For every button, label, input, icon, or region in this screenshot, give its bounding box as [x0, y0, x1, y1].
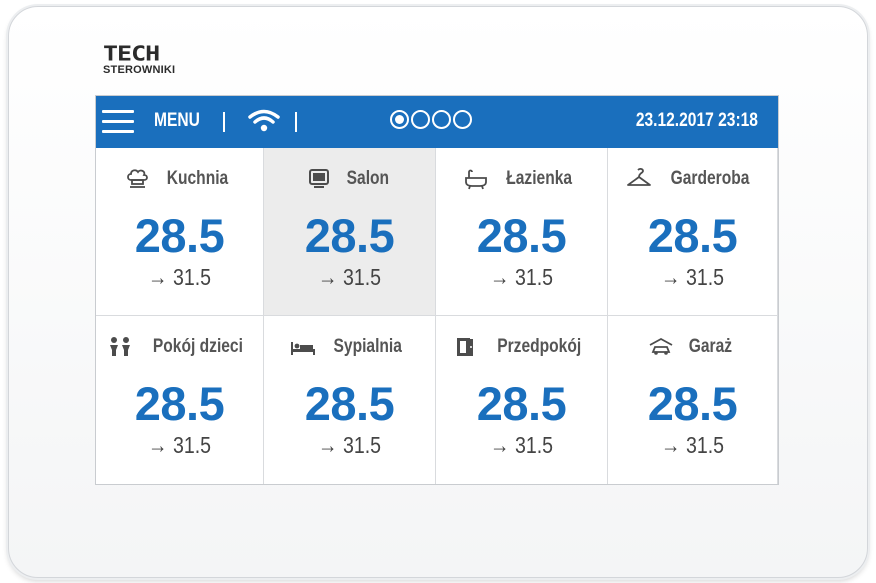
separator: [223, 112, 225, 132]
page-indicator[interactable]: [390, 110, 474, 134]
room-header: Garaż: [608, 334, 777, 360]
hanger-icon: [626, 168, 652, 190]
separator: [295, 112, 297, 132]
room-tile[interactable]: Pokój dzieci 28.5 → 31.5: [96, 316, 264, 484]
current-temperature: 28.5: [304, 377, 395, 430]
logo-wordmark: TECH: [103, 41, 160, 66]
date-time: 23.12.2017 23:18: [635, 110, 758, 131]
current-temperature: 28.5: [476, 377, 567, 430]
target-temperature: → 31.5: [660, 432, 725, 458]
room-tile[interactable]: Garderoba 28.5 → 31.5: [608, 148, 778, 316]
current-temperature: 28.5: [304, 209, 395, 262]
hamburger-menu-icon[interactable]: [102, 110, 134, 134]
bed-icon: [290, 336, 316, 358]
room-header: Garderoba: [608, 166, 777, 192]
room-name: Sypialnia: [333, 336, 402, 357]
room-name: Garderoba: [671, 168, 750, 189]
target-temperature: → 31.5: [489, 432, 554, 458]
car-garage-icon: [648, 336, 674, 358]
page-dot-1[interactable]: [390, 110, 409, 129]
room-grid: Kuchnia 28.5 → 31.5 Salon 28.5 → 31.5 Ła…: [96, 148, 778, 484]
current-temperature: 28.5: [647, 377, 738, 430]
target-temperature: → 31.5: [317, 264, 382, 290]
room-name: Garaż: [688, 336, 733, 357]
menu-button[interactable]: MENU: [154, 110, 200, 132]
top-bar: MENU 23.12.2017 23:18: [96, 96, 778, 148]
current-temperature: 28.5: [476, 209, 567, 262]
room-tile[interactable]: Sypialnia 28.5 → 31.5: [264, 316, 436, 484]
room-header: Przedpokój: [436, 334, 607, 360]
room-tile[interactable]: Kuchnia 28.5 → 31.5: [96, 148, 264, 316]
logo-subtitle: STEROWNIKI: [103, 64, 176, 76]
children-icon: [107, 336, 133, 358]
wifi-icon[interactable]: [247, 108, 281, 134]
room-name: Salon: [346, 168, 389, 189]
page-dot-4[interactable]: [453, 110, 472, 129]
room-name: Przedpokój: [497, 336, 582, 357]
target-temperature: → 31.5: [489, 264, 554, 290]
room-header: Łazienka: [436, 166, 607, 192]
touch-screen: MENU 23.12.2017 23:18 Kuchnia 28.5 → 31.…: [95, 95, 779, 485]
room-header: Pokój dzieci: [96, 334, 263, 360]
room-header: Sypialnia: [264, 334, 435, 360]
room-tile[interactable]: Przedpokój 28.5 → 31.5: [436, 316, 608, 484]
target-temperature: → 31.5: [147, 432, 212, 458]
target-temperature: → 31.5: [147, 264, 212, 290]
room-name: Kuchnia: [166, 168, 229, 189]
chef-hat-icon: [124, 168, 150, 190]
door-icon: [452, 336, 478, 358]
target-temperature: → 31.5: [317, 432, 382, 458]
room-tile[interactable]: Garaż 28.5 → 31.5: [608, 316, 778, 484]
room-header: Kuchnia: [96, 166, 263, 192]
room-tile[interactable]: Salon 28.5 → 31.5: [264, 148, 436, 316]
room-header: Salon: [264, 166, 435, 192]
room-name: Pokój dzieci: [152, 336, 243, 357]
bathtub-icon: [463, 168, 489, 190]
room-name: Łazienka: [506, 168, 573, 189]
page-dot-3[interactable]: [432, 110, 451, 129]
current-temperature: 28.5: [647, 209, 738, 262]
tech-logo: TECH STEROWNIKI: [103, 41, 176, 76]
room-tile[interactable]: Łazienka 28.5 → 31.5: [436, 148, 608, 316]
page-dot-2[interactable]: [411, 110, 430, 129]
current-temperature: 28.5: [134, 377, 225, 430]
tv-icon: [306, 168, 332, 190]
current-temperature: 28.5: [134, 209, 225, 262]
target-temperature: → 31.5: [660, 264, 725, 290]
